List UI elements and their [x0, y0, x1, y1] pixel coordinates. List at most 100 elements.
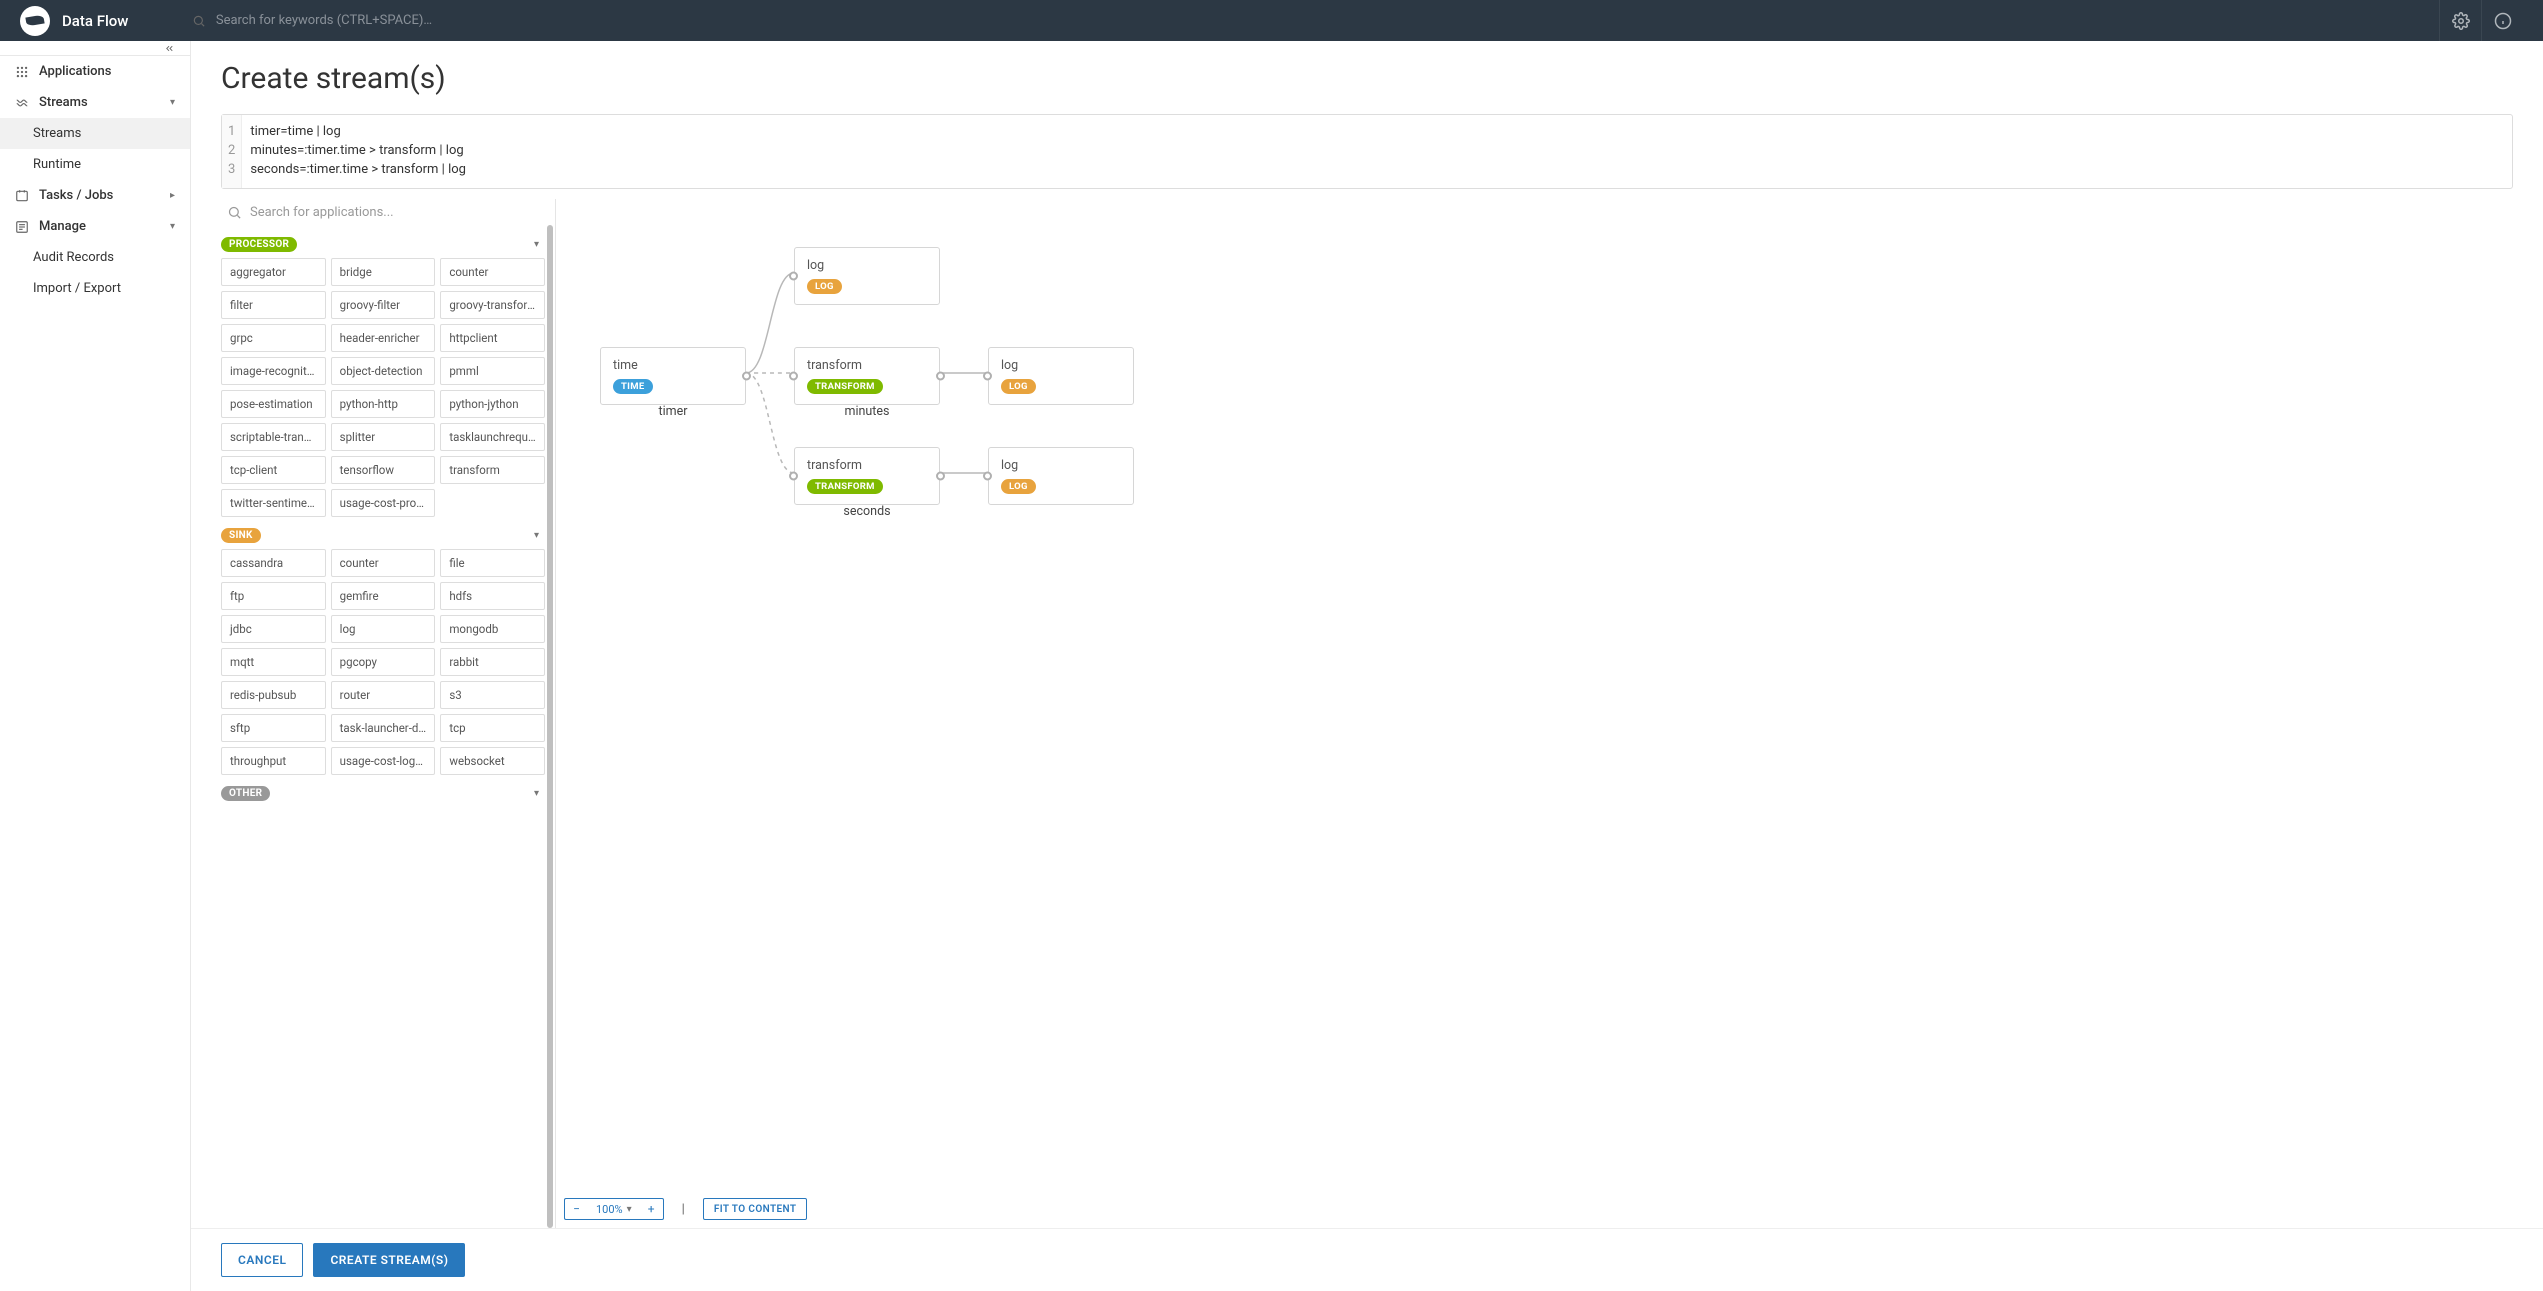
sidebar-item-import-export[interactable]: Import / Export	[0, 273, 190, 304]
palette-item[interactable]: groovy-filter	[331, 291, 436, 319]
zoom-level[interactable]: 100%▾	[588, 1198, 640, 1220]
palette-section-header[interactable]: OTHER▾	[221, 783, 545, 807]
global-search[interactable]	[192, 13, 2439, 28]
palette-item[interactable]: aggregator	[221, 258, 326, 286]
palette-scrollbar[interactable]	[547, 225, 553, 1228]
flow-node[interactable]: logLOG	[988, 447, 1134, 505]
palette-item[interactable]: mongodb	[440, 615, 545, 643]
palette-item[interactable]: websocket	[440, 747, 545, 775]
fit-to-content-button[interactable]: FIT TO CONTENT	[703, 1198, 808, 1220]
palette-item[interactable]: tensorflow	[331, 456, 436, 484]
flow-node[interactable]: logLOG	[988, 347, 1134, 405]
code-line: timer=time | log	[250, 123, 2504, 142]
palette-item[interactable]: rabbit	[440, 648, 545, 676]
sidebar-collapse-button[interactable]	[0, 41, 190, 56]
global-search-input[interactable]	[216, 13, 2439, 28]
info-icon	[2494, 12, 2512, 30]
palette-item[interactable]: splitter	[331, 423, 436, 451]
palette-item[interactable]: groovy-transform	[440, 291, 545, 319]
sidebar-item-tasks[interactable]: Tasks / Jobs ▸	[0, 180, 190, 211]
flow-node[interactable]: logLOG	[794, 247, 940, 305]
info-button[interactable]	[2481, 0, 2523, 41]
sidebar-item-manage[interactable]: Manage ▾	[0, 211, 190, 242]
palette-item[interactable]: throughput	[221, 747, 326, 775]
palette-item[interactable]: mqtt	[221, 648, 326, 676]
palette-item[interactable]: grpc	[221, 324, 326, 352]
palette-item[interactable]: cassandra	[221, 549, 326, 577]
flow-canvas[interactable]: time TIME logLOG transformTRANSFORM logLOG tr…	[556, 199, 2513, 1228]
sidebar-item-applications[interactable]: Applications	[0, 56, 190, 87]
create-stream-button[interactable]: CREATE STREAM(S)	[313, 1243, 465, 1277]
app-logo	[20, 6, 50, 36]
node-port-out[interactable]	[936, 371, 945, 380]
palette-item[interactable]: python-jython	[440, 390, 545, 418]
palette-item[interactable]: task-launcher-dataflow	[331, 714, 436, 742]
node-port-in[interactable]	[983, 471, 992, 480]
sidebar-item-streams-list[interactable]: Streams	[0, 118, 190, 149]
node-title: time	[613, 358, 733, 373]
node-port-in[interactable]	[983, 371, 992, 380]
palette-item[interactable]: gemfire	[331, 582, 436, 610]
palette-item[interactable]: tcp	[440, 714, 545, 742]
palette-search[interactable]	[221, 199, 555, 226]
settings-button[interactable]	[2439, 0, 2481, 41]
palette-item[interactable]: transform	[440, 456, 545, 484]
chevron-down-icon: ▾	[534, 239, 539, 250]
node-port-in[interactable]	[789, 471, 798, 480]
flow-node[interactable]: transformTRANSFORM	[794, 447, 940, 505]
node-badge: TIME	[613, 379, 653, 394]
palette-item[interactable]: usage-cost-logger	[331, 747, 436, 775]
palette-item[interactable]: httpclient	[440, 324, 545, 352]
node-port-in[interactable]	[789, 271, 798, 280]
palette-item[interactable]: filter	[221, 291, 326, 319]
node-port-out[interactable]	[936, 471, 945, 480]
stream-label: seconds	[794, 504, 940, 519]
palette-item[interactable]: header-enricher	[331, 324, 436, 352]
line-number: 1	[228, 123, 235, 142]
palette-item[interactable]: hdfs	[440, 582, 545, 610]
palette-item[interactable]: pgcopy	[331, 648, 436, 676]
zoom-in-button[interactable]: +	[640, 1198, 664, 1220]
palette-item[interactable]: counter	[331, 549, 436, 577]
palette-item[interactable]: tcp-client	[221, 456, 326, 484]
chevron-double-left-icon	[164, 43, 175, 54]
dsl-editor[interactable]: 1 2 3 timer=time | log minutes=:timer.ti…	[221, 114, 2513, 189]
palette-item[interactable]: redis-pubsub	[221, 681, 326, 709]
palette-item[interactable]: bridge	[331, 258, 436, 286]
palette-item[interactable]: jdbc	[221, 615, 326, 643]
chevron-down-icon: ▾	[534, 530, 539, 541]
palette-item[interactable]: pmml	[440, 357, 545, 385]
palette-section-header[interactable]: SINK▾	[221, 525, 545, 549]
grid-icon	[15, 65, 29, 79]
palette-item[interactable]: router	[331, 681, 436, 709]
palette-item[interactable]: counter	[440, 258, 545, 286]
palette-item[interactable]: tasklaunchrequest	[440, 423, 545, 451]
palette-section-header[interactable]: PROCESSOR▾	[221, 234, 545, 258]
zoom-out-button[interactable]: −	[564, 1198, 588, 1220]
palette-item[interactable]: pose-estimation	[221, 390, 326, 418]
chevron-right-icon: ▸	[170, 190, 175, 201]
editor-lines[interactable]: timer=time | log minutes=:timer.time > t…	[242, 115, 2512, 188]
palette-search-input[interactable]	[250, 205, 549, 220]
palette-item[interactable]: usage-cost-processor	[331, 489, 436, 517]
sidebar-item-audit[interactable]: Audit Records	[0, 242, 190, 273]
palette-item[interactable]: python-http	[331, 390, 436, 418]
palette-item[interactable]: object-detection	[331, 357, 436, 385]
sidebar-item-label: Applications	[39, 64, 112, 79]
palette-item[interactable]: scriptable-transform	[221, 423, 326, 451]
flow-node[interactable]: transformTRANSFORM	[794, 347, 940, 405]
node-port-in[interactable]	[789, 371, 798, 380]
palette-item[interactable]: file	[440, 549, 545, 577]
sidebar-item-streams[interactable]: Streams ▾	[0, 87, 190, 118]
palette-item[interactable]: twitter-sentiment	[221, 489, 326, 517]
logo-wrap: Data Flow	[20, 6, 192, 36]
palette-item[interactable]: sftp	[221, 714, 326, 742]
palette-item[interactable]: ftp	[221, 582, 326, 610]
palette-item[interactable]: log	[331, 615, 436, 643]
sidebar-item-runtime[interactable]: Runtime	[0, 149, 190, 180]
palette-item[interactable]: s3	[440, 681, 545, 709]
palette-item[interactable]: image-recognition	[221, 357, 326, 385]
flow-node[interactable]: time TIME	[600, 347, 746, 405]
cancel-button[interactable]: CANCEL	[221, 1243, 303, 1277]
node-port-out[interactable]	[742, 371, 751, 380]
